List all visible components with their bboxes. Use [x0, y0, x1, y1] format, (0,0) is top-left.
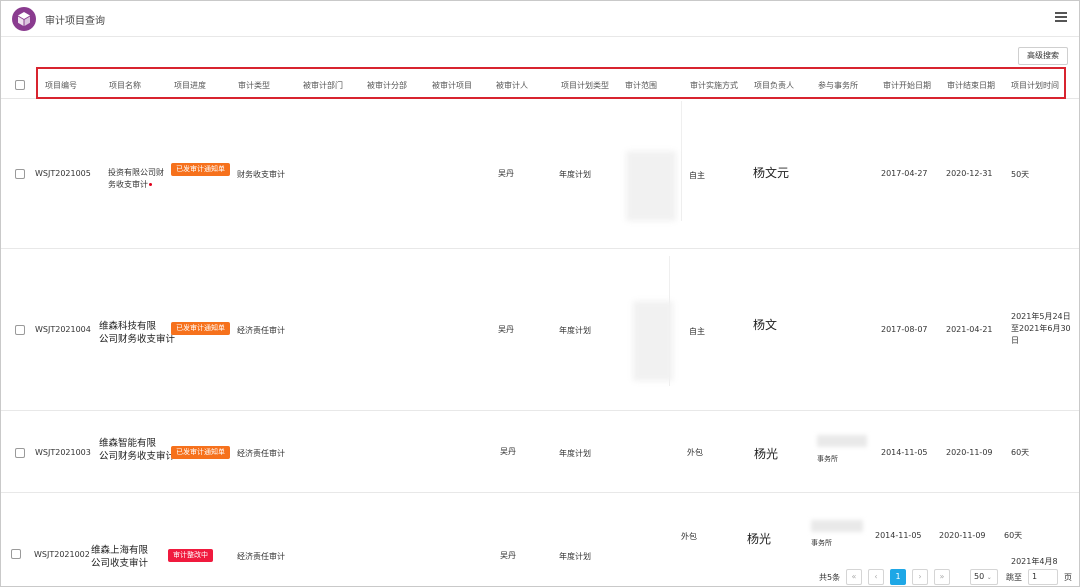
audit-type: 经济责任审计: [237, 552, 285, 561]
advanced-search-button[interactable]: 高级搜索: [1018, 47, 1068, 65]
plan-type: 年度计划: [559, 326, 591, 335]
plan-time-line: 日: [1011, 336, 1019, 345]
first-page-button[interactable]: «: [846, 569, 862, 585]
status-badge: 已发审计通知单: [171, 446, 230, 459]
project-name[interactable]: 维森智能有限 公司财务收支审计: [99, 437, 175, 463]
chevron-down-icon: ⌄: [986, 574, 992, 581]
project-name-line: 公司收支审计: [91, 558, 149, 569]
audit-firm: 事务所: [811, 539, 832, 547]
status-badge: 审计整改中: [168, 549, 213, 562]
prev-page-button[interactable]: ‹: [868, 569, 884, 585]
table-row[interactable]: WSJT2021004 维森科技有限 公司财务收支审计 已发审计通知单 经济责任…: [1, 249, 1079, 411]
project-name-line: 维森科技有限: [99, 321, 157, 332]
app-window: 审计项目查询 高级搜索 项目编号 项目名称 项目进度 审计类型 被审计部门 被审…: [0, 0, 1080, 587]
status-badge: 已发审计通知单: [171, 322, 230, 335]
row-checkbox[interactable]: [15, 325, 25, 335]
project-name-line: 公司财务收支审计: [99, 334, 176, 345]
row-checkbox[interactable]: [11, 549, 21, 559]
project-leader: 杨光: [747, 532, 772, 546]
page-button-current[interactable]: 1: [890, 569, 906, 585]
auditee: 吴丹: [498, 169, 514, 178]
list-menu-icon[interactable]: [1055, 12, 1067, 24]
auditee: 吴丹: [498, 325, 514, 334]
project-name-line: 公司财务收支审计: [99, 451, 176, 462]
plan-type: 年度计划: [559, 449, 591, 458]
project-name[interactable]: 投资有限公司财 务收支审计: [108, 167, 164, 191]
audit-method: 自主: [689, 327, 705, 336]
last-page-button[interactable]: »: [934, 569, 950, 585]
project-leader: 杨文元: [753, 166, 790, 180]
logo-cube-icon: [12, 7, 36, 31]
project-leader: 杨光: [754, 447, 779, 461]
project-id: WSJT2021005: [35, 169, 91, 178]
project-name-line: 务收支审计: [108, 179, 164, 191]
auditee: 吴丹: [500, 447, 516, 456]
redacted-firm: [817, 435, 867, 447]
project-id: WSJT2021003: [35, 448, 91, 457]
project-name-line: 维森上海有限: [91, 545, 149, 556]
project-name-line: 投资有限公司财: [108, 168, 164, 177]
plan-type: 年度计划: [559, 170, 591, 179]
status-badge: 已发审计通知单: [171, 163, 230, 176]
end-date: 2021-04-21: [946, 325, 993, 334]
unread-dot: [149, 183, 152, 186]
page-size-select[interactable]: 50 ⌄: [970, 569, 998, 585]
pagination-total: 共5条: [819, 573, 841, 582]
start-date: 2017-04-27: [881, 169, 928, 178]
highlight-annotation-box: [36, 67, 1066, 99]
redacted-firm: [811, 520, 863, 532]
project-name[interactable]: 维森科技有限 公司财务收支审计: [99, 320, 175, 346]
start-date: 2014-11-05: [875, 531, 922, 540]
plan-time: 2021年5月24日 至2021年6月30 日: [1011, 311, 1071, 347]
row-checkbox[interactable]: [15, 448, 25, 458]
auditee: 吴丹: [500, 551, 516, 560]
plan-type: 年度计划: [559, 552, 591, 561]
audit-method: 外包: [687, 448, 703, 457]
top-bar: 审计项目查询: [1, 1, 1079, 37]
page-unit: 页: [1064, 573, 1072, 582]
plan-time: 60天: [1004, 531, 1023, 540]
start-date: 2014-11-05: [881, 448, 928, 457]
plan-time: 60天: [1011, 448, 1030, 457]
plan-time: 50天: [1011, 170, 1030, 179]
audit-type: 经济责任审计: [237, 449, 285, 458]
audit-method: 自主: [689, 171, 705, 180]
jump-page-input[interactable]: 1: [1028, 569, 1058, 585]
project-name-line: 维森智能有限: [99, 438, 157, 449]
jump-label: 跳至: [1006, 573, 1022, 582]
table-row[interactable]: WSJT2021005 投资有限公司财 务收支审计 已发审计通知单 财务收支审计…: [1, 99, 1079, 249]
select-all-checkbox[interactable]: [15, 80, 25, 90]
end-date: 2020-12-31: [946, 169, 993, 178]
audit-type: 经济责任审计: [237, 326, 285, 335]
project-id: WSJT2021004: [35, 325, 91, 334]
audit-firm: 事务所: [817, 455, 838, 463]
plan-time: 2021年4月8: [1011, 557, 1058, 566]
project-id: WSJT2021002: [34, 550, 90, 559]
project-name[interactable]: 维森上海有限 公司收支审计: [91, 544, 148, 570]
table-row[interactable]: WSJT2021003 维森智能有限 公司财务收支审计 已发审计通知单 经济责任…: [1, 411, 1079, 493]
audit-method: 外包: [681, 532, 697, 541]
page-title: 审计项目查询: [45, 16, 105, 27]
audit-type: 财务收支审计: [237, 170, 285, 179]
page-size-value: 50: [974, 572, 985, 581]
row-checkbox[interactable]: [15, 169, 25, 179]
plan-time-line: 2021年5月24日: [1011, 312, 1071, 321]
next-page-button[interactable]: ›: [912, 569, 928, 585]
end-date: 2020-11-09: [939, 531, 986, 540]
start-date: 2017-08-07: [881, 325, 928, 334]
end-date: 2020-11-09: [946, 448, 993, 457]
project-leader: 杨文: [753, 318, 778, 332]
plan-time-line: 至2021年6月30: [1011, 324, 1071, 333]
